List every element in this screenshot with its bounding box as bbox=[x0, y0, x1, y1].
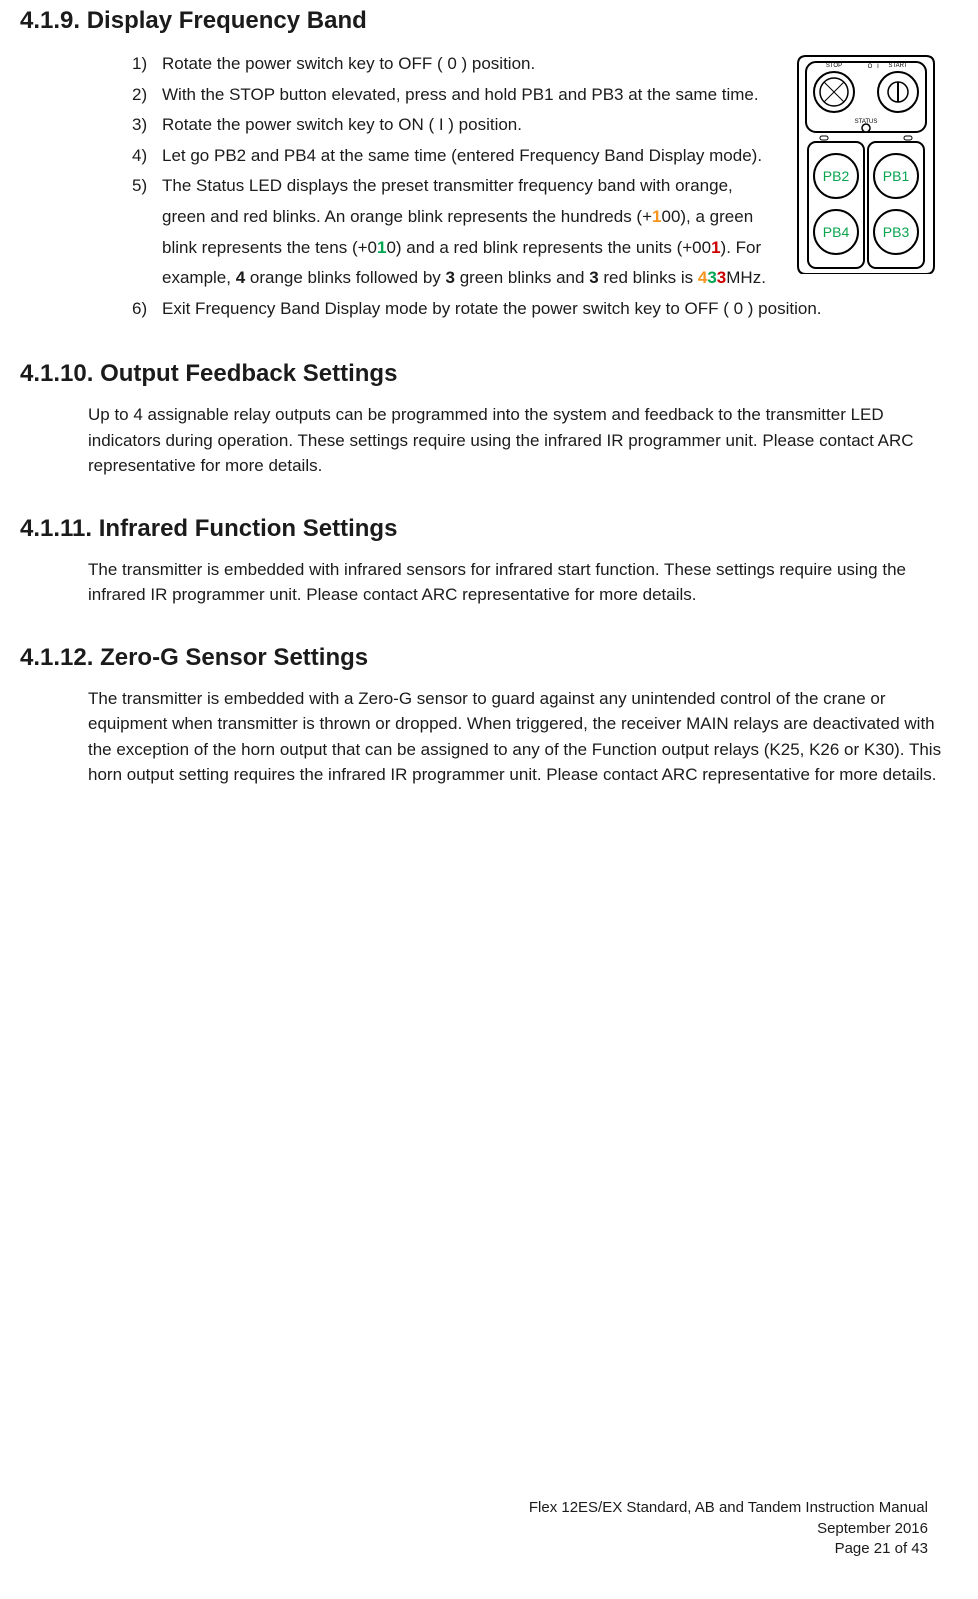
step-number: 5) bbox=[132, 171, 147, 202]
step-text: 3 bbox=[717, 268, 726, 287]
footer-line-3: Page 21 of 43 bbox=[529, 1539, 928, 1559]
step-text: 3 bbox=[446, 268, 455, 287]
step-text: 4 bbox=[698, 268, 707, 287]
heading-4-1-12: 4.1.12. Zero-G Sensor Settings bbox=[20, 644, 958, 672]
step-text: 4 bbox=[236, 268, 245, 287]
step-item: 2) With the STOP button elevated, press a… bbox=[132, 80, 958, 111]
footer-line-2: September 2016 bbox=[529, 1519, 928, 1539]
steps-list-4-1-9: 1) Rotate the power switch key to OFF ( 0… bbox=[132, 49, 958, 324]
step-text: Exit Frequency Band Display mode by rota… bbox=[162, 299, 822, 318]
document-page: 4.1.9. Display Frequency Band STOP START… bbox=[0, 0, 978, 1599]
step-text: The Status LED displays the preset trans… bbox=[162, 176, 733, 226]
step-number: 3) bbox=[132, 110, 147, 141]
step-item: 3) Rotate the power switch key to ON ( I … bbox=[132, 110, 958, 141]
step-number: 6) bbox=[132, 294, 147, 325]
step-text: Let go PB2 and PB4 at the same time (ent… bbox=[162, 146, 762, 165]
step-item: 5) The Status LED displays the preset tra… bbox=[132, 171, 958, 293]
body-4-1-11: The transmitter is embedded with infrare… bbox=[88, 557, 958, 608]
heading-4-1-11: 4.1.11. Infrared Function Settings bbox=[20, 515, 958, 543]
step-item: 6) Exit Frequency Band Display mode by ro… bbox=[132, 294, 958, 325]
step-text: MHz. bbox=[726, 268, 766, 287]
step-text: With the STOP button elevated, press and… bbox=[162, 85, 759, 104]
step-text: green blinks and bbox=[455, 268, 589, 287]
step-item: 4) Let go PB2 and PB4 at the same time (e… bbox=[132, 141, 958, 172]
step-text: 0) and a red blink represents the units … bbox=[386, 238, 711, 257]
step-number: 2) bbox=[132, 80, 147, 111]
step-number: 1) bbox=[132, 49, 147, 80]
footer-line-1: Flex 12ES/EX Standard, AB and Tandem Ins… bbox=[529, 1498, 928, 1518]
page-footer: Flex 12ES/EX Standard, AB and Tandem Ins… bbox=[529, 1498, 928, 1559]
step-text: 3 bbox=[707, 268, 716, 287]
step-number: 4) bbox=[132, 141, 147, 172]
step-text: Rotate the power switch key to ON ( I ) … bbox=[162, 115, 522, 134]
heading-4-1-10: 4.1.10. Output Feedback Settings bbox=[20, 360, 958, 388]
step-item: 1) Rotate the power switch key to OFF ( 0… bbox=[132, 49, 958, 80]
step-text: orange blinks followed by bbox=[245, 268, 445, 287]
step-text: red blinks is bbox=[599, 268, 698, 287]
body-4-1-12: The transmitter is embedded with a Zero-… bbox=[88, 686, 958, 788]
step-text: 1 bbox=[711, 238, 720, 257]
step-text: 3 bbox=[589, 268, 598, 287]
body-4-1-10: Up to 4 assignable relay outputs can be … bbox=[88, 402, 958, 479]
step-text: Rotate the power switch key to OFF ( 0 )… bbox=[162, 54, 535, 73]
heading-4-1-9: 4.1.9. Display Frequency Band bbox=[20, 7, 958, 35]
